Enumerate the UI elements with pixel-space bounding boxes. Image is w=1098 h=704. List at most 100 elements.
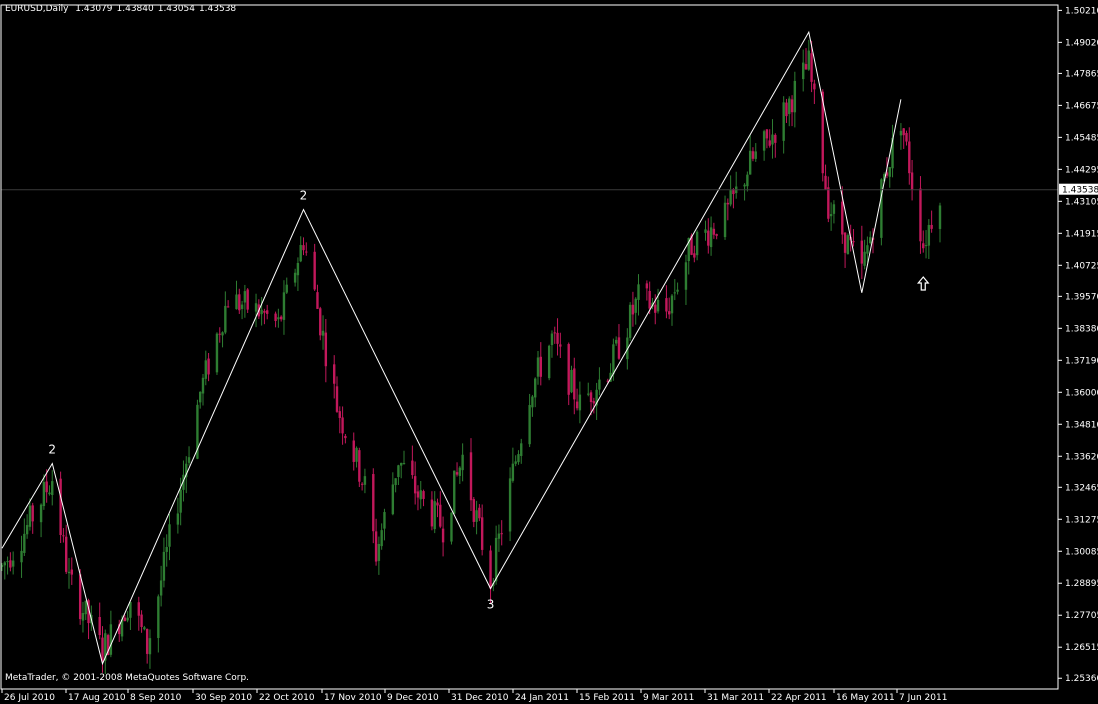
y-tick-label: 1.41915 — [1065, 229, 1098, 239]
candle — [148, 629, 152, 669]
candle — [575, 388, 579, 411]
candle — [341, 406, 344, 445]
wave-line — [1, 30, 902, 666]
candle — [723, 195, 727, 240]
y-tick-label: 1.36000 — [1065, 388, 1098, 398]
candle — [165, 534, 168, 567]
time-axis: 26 Jul 2010 17 Aug 2010 8 Sep 2010 30 Sep 2… — [1, 689, 947, 703]
arrow-up-icon — [916, 276, 930, 291]
candle — [578, 381, 582, 424]
candle — [673, 279, 676, 301]
candle — [500, 520, 503, 546]
y-tick-label: 1.25360 — [1065, 674, 1098, 684]
candle — [282, 280, 286, 335]
y-tick-label: 1.43105 — [1065, 197, 1098, 207]
candle — [335, 376, 339, 413]
candle — [863, 239, 866, 270]
candle — [377, 536, 381, 575]
candle — [380, 523, 383, 550]
candle — [352, 432, 355, 471]
candle — [263, 308, 266, 325]
candle — [254, 293, 258, 328]
x-tick-label: 16 May 2011 — [836, 693, 895, 703]
candle — [226, 300, 230, 308]
candle — [489, 545, 492, 604]
y-tick-label: 1.37190 — [1065, 356, 1098, 366]
candle — [846, 233, 850, 255]
candle — [215, 332, 219, 375]
y-tick-label: 1.38380 — [1065, 324, 1098, 334]
candle — [25, 514, 29, 539]
candle — [360, 482, 364, 491]
candle — [827, 176, 830, 223]
candle — [201, 374, 205, 406]
candle — [790, 95, 794, 127]
y-tick-label: 1.31275 — [1065, 515, 1098, 525]
candle — [159, 565, 163, 607]
copyright-notice: MetaTrader, © 2001-2008 MetaQuotes Softw… — [5, 673, 250, 683]
candle — [344, 433, 347, 444]
y-tick-label: 1.47865 — [1065, 69, 1098, 79]
candle — [450, 512, 453, 545]
candle — [204, 350, 207, 386]
candle — [430, 491, 434, 531]
x-tick-label: 9 Mar 2011 — [643, 693, 694, 703]
candle — [319, 306, 322, 341]
y-tick-label: 1.33620 — [1065, 452, 1098, 462]
candle — [137, 596, 140, 631]
candle — [218, 327, 221, 343]
candle — [101, 626, 104, 673]
candle — [293, 268, 297, 287]
x-tick-label: 31 Dec 2010 — [451, 693, 509, 703]
candle — [670, 293, 674, 326]
candle — [695, 230, 699, 261]
candle — [765, 128, 769, 149]
candle — [441, 516, 445, 557]
candle — [6, 556, 9, 575]
candle — [746, 171, 749, 192]
candle — [832, 200, 836, 224]
candle — [547, 344, 551, 381]
candle — [628, 302, 632, 341]
candle — [553, 326, 556, 344]
candle — [715, 233, 718, 240]
y-tick-label: 1.39570 — [1065, 292, 1098, 302]
candle — [645, 280, 649, 301]
candle — [461, 443, 464, 482]
candle — [455, 462, 459, 477]
candle — [938, 202, 942, 243]
candle — [51, 470, 54, 506]
candle — [880, 178, 883, 246]
candle — [704, 220, 707, 241]
price-chart[interactable]: 2 2 3 1.50210 1.49020 1.47865 1.46675 1.45485 1… — [0, 0, 1098, 704]
candle — [528, 393, 531, 448]
candle — [321, 315, 325, 350]
candle — [266, 304, 269, 320]
candle — [243, 284, 247, 318]
candle — [374, 518, 378, 566]
candle — [693, 245, 696, 263]
candle — [785, 98, 788, 123]
candle — [458, 466, 462, 484]
candle — [402, 450, 406, 465]
candle — [520, 438, 523, 464]
x-tick-label: 24 Jan 2011 — [515, 693, 569, 703]
candle — [433, 491, 436, 534]
candle — [23, 518, 26, 557]
candle — [285, 277, 288, 295]
candle — [394, 478, 397, 493]
chart-window[interactable]: EURUSD,Daily 1.43079 1.43840 1.43054 1.4353… — [0, 0, 1098, 704]
candle — [84, 600, 87, 621]
y-tick-label: 1.32465 — [1065, 483, 1098, 493]
candle — [908, 127, 911, 185]
candle — [199, 391, 202, 409]
x-tick-label: 26 Jul 2010 — [4, 693, 55, 703]
candle — [439, 491, 442, 529]
candle — [478, 504, 481, 522]
y-tick-label: 1.45485 — [1065, 133, 1098, 143]
candle — [59, 471, 62, 543]
candle — [587, 382, 590, 397]
candle — [316, 284, 319, 309]
candle — [860, 225, 864, 280]
y-tick-label: 1.40725 — [1065, 261, 1098, 271]
